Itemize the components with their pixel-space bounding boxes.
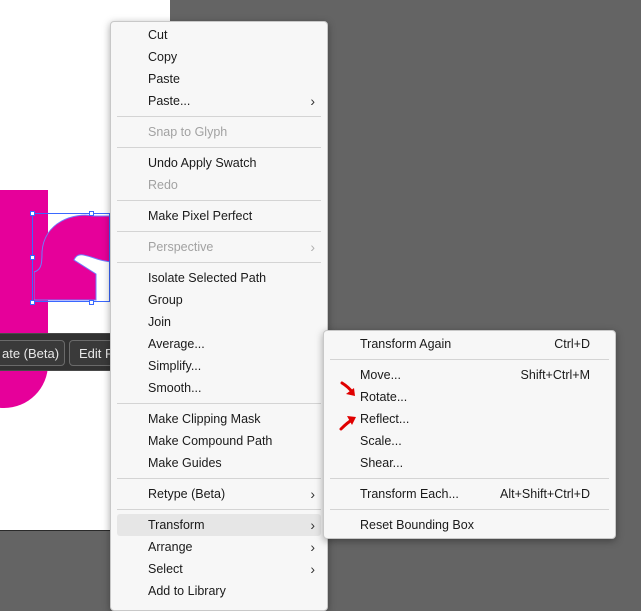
menu-item-label: Make Guides [148,456,222,470]
menu-item-join[interactable]: Join [111,311,327,333]
menu-item-label: Snap to Glyph [148,125,228,139]
menu-item-select[interactable]: Select › [111,558,327,580]
menu-item-label: Make Clipping Mask [148,412,261,426]
menu-item-label: Isolate Selected Path [148,271,267,285]
menu-item-group[interactable]: Group [111,289,327,311]
menu-item-retype-beta[interactable]: Retype (Beta) › [111,483,327,505]
context-menu: Cut Copy Paste Paste... › Snap to Glyph U… [110,21,328,611]
chevron-right-icon: › [310,517,315,533]
chevron-right-icon: › [310,561,315,577]
submenu-item-rotate[interactable]: Rotate... [324,386,615,408]
menu-item-redo: Redo [111,174,327,196]
submenu-item-transform-again[interactable]: Transform Again Ctrl+D [324,333,615,355]
submenu-item-transform-each[interactable]: Transform Each... Alt+Shift+Ctrl+D [324,483,615,505]
shortcut-label: Ctrl+D [554,337,590,351]
menu-item-arrange[interactable]: Arrange › [111,536,327,558]
menu-item-add-to-library[interactable]: Add to Library [111,580,327,602]
menu-separator [117,403,321,404]
menu-item-label: Make Compound Path [148,434,273,448]
menu-separator [117,509,321,510]
menu-item-label: Move... [360,368,401,382]
menu-item-snap-to-glyph: Snap to Glyph [111,121,327,143]
menu-item-label: Rotate... [360,390,408,404]
menu-item-label: Paste [148,72,180,86]
menu-item-label: Retype (Beta) [148,487,226,501]
menu-separator [117,147,321,148]
artboard-edge [0,530,110,531]
menu-item-undo-apply-swatch[interactable]: Undo Apply Swatch [111,152,327,174]
menu-item-label: Smooth... [148,381,202,395]
menu-item-label: Paste... [148,94,191,108]
menu-separator [330,478,609,479]
menu-item-label: Transform Each... [360,487,459,501]
menu-item-label: Arrange [148,540,193,554]
chevron-right-icon: › [310,486,315,502]
menu-item-label: Group [148,293,183,307]
selection-handle[interactable] [30,255,35,260]
selection-bounding-box[interactable] [32,213,110,302]
shortcut-label: Alt+Shift+Ctrl+D [500,487,590,501]
submenu-item-move[interactable]: Move... Shift+Ctrl+M [324,364,615,386]
menu-item-copy[interactable]: Copy [111,46,327,68]
menu-item-label: Redo [148,178,178,192]
menu-separator [117,478,321,479]
menu-item-label: Scale... [360,434,402,448]
menu-item-label: Make Pixel Perfect [148,209,253,223]
submenu-item-reset-bounding-box[interactable]: Reset Bounding Box [324,514,615,536]
selection-handle[interactable] [30,211,35,216]
rotate-beta-button[interactable]: ate (Beta) [0,340,65,366]
menu-separator [117,200,321,201]
menu-separator [117,231,321,232]
menu-item-make-clipping-mask[interactable]: Make Clipping Mask [111,408,327,430]
submenu-item-reflect[interactable]: Reflect... [324,408,615,430]
menu-item-label: Transform Again [360,337,452,351]
red-arrow-icon [340,381,355,396]
menu-item-label: Reset Bounding Box [360,518,474,532]
menu-item-isolate-selected-path[interactable]: Isolate Selected Path [111,267,327,289]
menu-item-label: Add to Library [148,584,226,598]
selection-handle[interactable] [89,211,94,216]
chevron-right-icon: › [310,539,315,555]
menu-item-label: Cut [148,28,168,42]
menu-separator [117,262,321,263]
menu-separator [117,116,321,117]
selection-handle[interactable] [89,300,94,305]
menu-item-label: Shear... [360,456,404,470]
menu-separator [330,509,609,510]
red-arrow-icon [339,416,356,431]
submenu-item-scale[interactable]: Scale... [324,430,615,452]
menu-separator [330,359,609,360]
menu-item-label: Perspective [148,240,214,254]
chevron-right-icon: › [310,93,315,109]
contextual-taskbar: ate (Beta) Edit P [0,333,129,371]
menu-item-average[interactable]: Average... [111,333,327,355]
menu-item-label: Join [148,315,171,329]
menu-item-label: Select [148,562,183,576]
menu-item-label: Reflect... [360,412,410,426]
menu-item-label: Copy [148,50,178,64]
submenu-item-shear[interactable]: Shear... [324,452,615,474]
menu-item-label: Undo Apply Swatch [148,156,257,170]
shortcut-label: Shift+Ctrl+M [520,368,590,382]
menu-item-smooth[interactable]: Smooth... [111,377,327,399]
menu-item-perspective: Perspective › [111,236,327,258]
menu-item-simplify[interactable]: Simplify... [111,355,327,377]
menu-item-cut[interactable]: Cut [111,24,327,46]
transform-submenu: Transform Again Ctrl+D Move... Shift+Ctrl+… [323,330,616,539]
menu-item-label: Transform [148,518,205,532]
menu-item-make-pixel-perfect[interactable]: Make Pixel Perfect [111,205,327,227]
menu-item-paste-submenu[interactable]: Paste... › [111,90,327,112]
chevron-right-icon: › [310,239,315,255]
menu-item-label: Simplify... [148,359,202,373]
menu-item-label: Average... [148,337,205,351]
menu-item-transform[interactable]: Transform › [117,514,321,536]
menu-item-make-guides[interactable]: Make Guides [111,452,327,474]
menu-item-paste[interactable]: Paste [111,68,327,90]
selection-handle[interactable] [30,300,35,305]
menu-item-make-compound-path[interactable]: Make Compound Path [111,430,327,452]
